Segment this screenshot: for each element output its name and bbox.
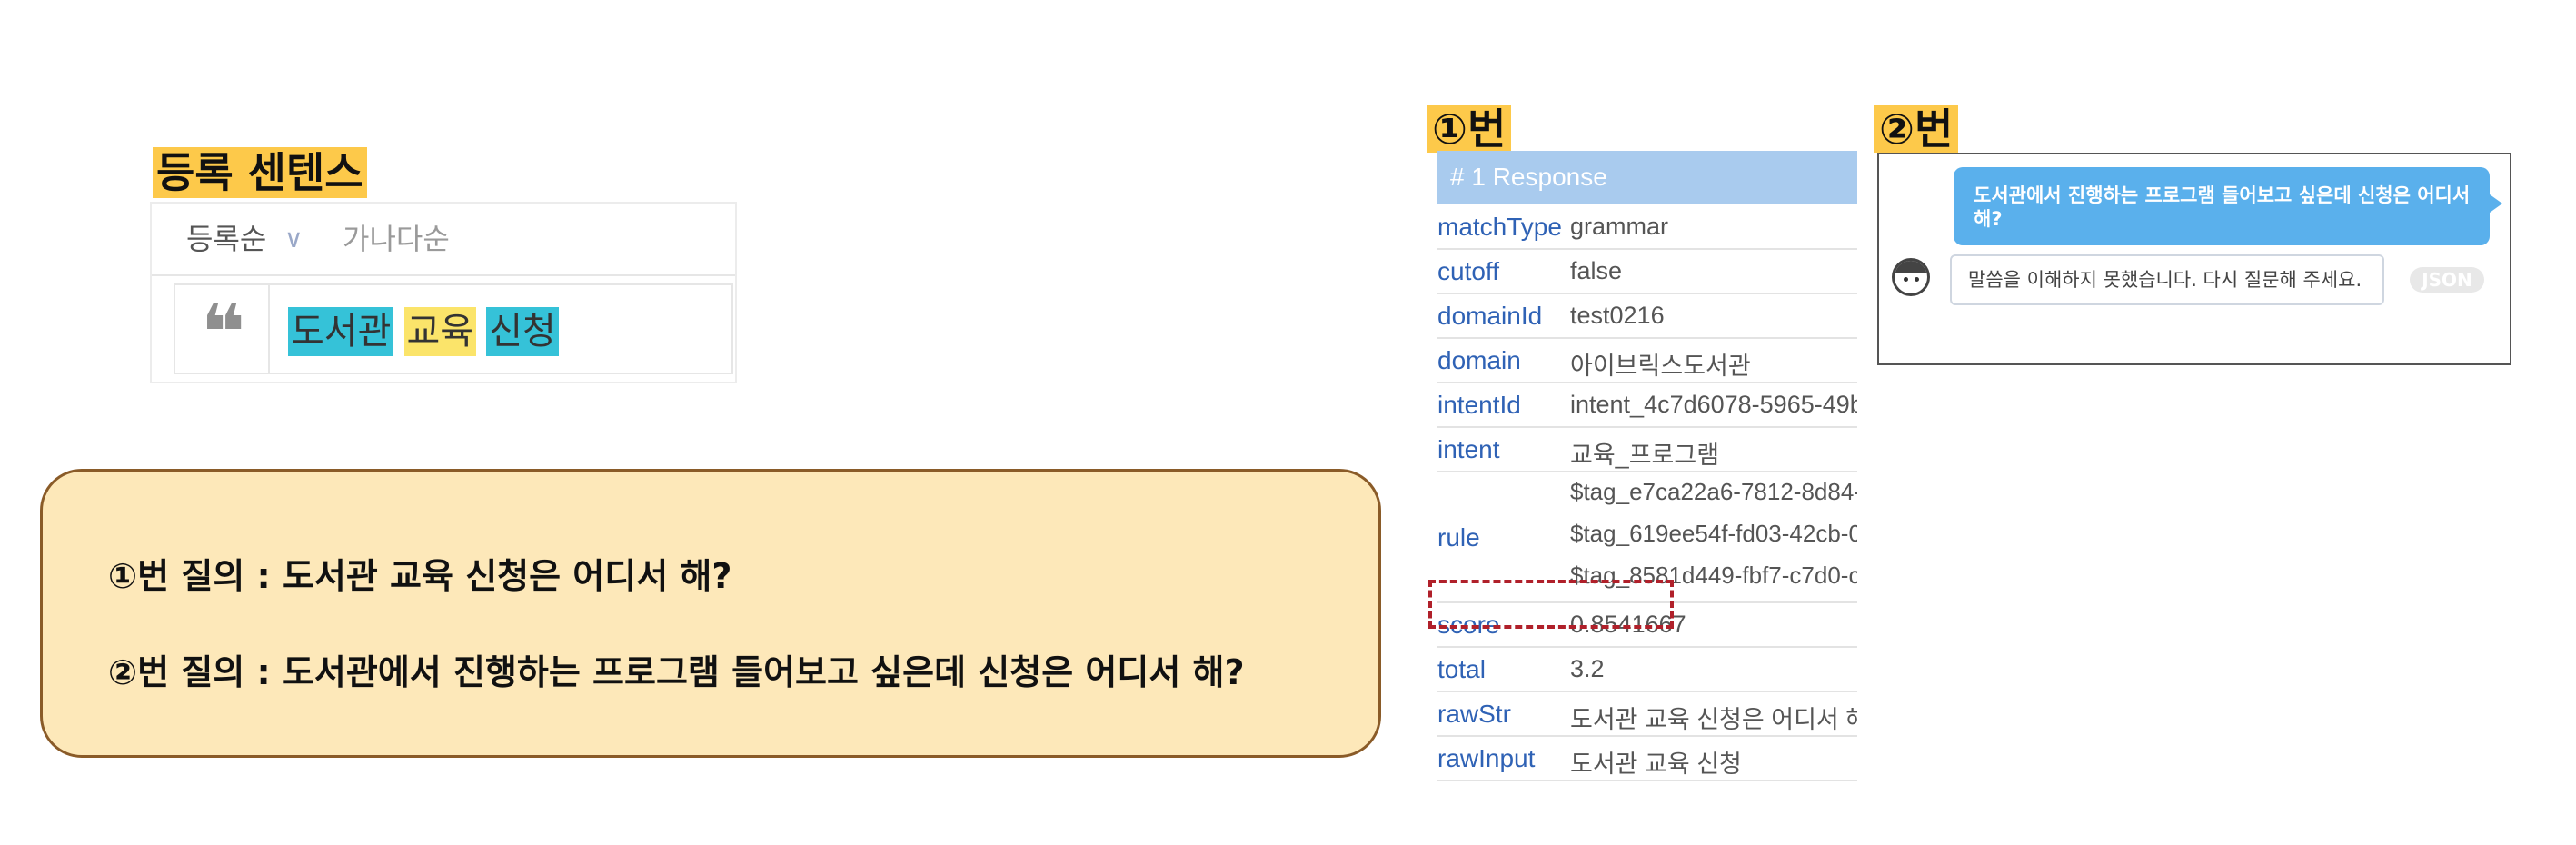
sentence-chip: 교육: [403, 307, 477, 356]
user-message: 도서관에서 진행하는 프로그램 들어보고 싶은데 신청은 어디서 해?: [1954, 167, 2502, 245]
score-highlight-box: [1428, 580, 1674, 629]
response-table: matchType grammar cutoff false domainId tes…: [1437, 205, 1857, 781]
row-value: false: [1570, 257, 1623, 284]
panel-2-badge: ②번: [1874, 105, 1959, 153]
row-key: intentId: [1437, 391, 1521, 419]
rule-value: $tag_619ee54f-fd03-42cb-02ee-15: [1570, 520, 1857, 547]
row-value: grammar: [1570, 213, 1669, 240]
row-key: matchType: [1437, 213, 1562, 241]
row-value: 3.2: [1570, 655, 1605, 682]
row-value: test0216: [1570, 302, 1665, 329]
question-2: ②번 질의 : 도서관에서 진행하는 프로그램 들어보고 싶은데 신청은 어디서…: [108, 652, 1245, 692]
sentence-chip: 신청: [486, 307, 559, 356]
row-key: rawStr: [1437, 700, 1511, 728]
question-box: ①번 질의 : 도서관 교육 신청은 어디서 해? ②번 질의 : 도서관에서 …: [40, 469, 1381, 758]
row-key: rawInput: [1437, 744, 1536, 772]
sort-by-registration[interactable]: 등록순: [186, 220, 266, 258]
sort-bar: 등록순 ∨ 가나다순: [152, 204, 735, 276]
bot-avatar-icon: [1892, 258, 1930, 296]
sort-by-alphabet[interactable]: 가나다순: [343, 220, 450, 258]
table-row: total 3.2: [1437, 648, 1857, 692]
row-value: 교육_프로그램: [1570, 442, 1720, 469]
table-row: intent 교육_프로그램: [1437, 428, 1857, 472]
rule-value: $tag_e7ca22a6-7812-8d84-ead7-6: [1570, 478, 1857, 505]
row-value: 도서관 교육 신청: [1570, 751, 1742, 778]
table-row: cutoff false: [1437, 250, 1857, 294]
panel-1-badge: ①번: [1427, 105, 1512, 153]
row-key: cutoff: [1437, 257, 1499, 285]
table-row: matchType grammar: [1437, 205, 1857, 250]
bot-message: 말씀을 이해하지 못했습니다. 다시 질문해 주세요.: [1950, 254, 2384, 305]
row-key: domain: [1437, 346, 1521, 374]
json-button[interactable]: JSON: [2410, 267, 2484, 293]
quote-icon: ❝: [201, 288, 246, 377]
chat-panel: 도서관에서 진행하는 프로그램 들어보고 싶은데 신청은 어디서 해? 말씀을 …: [1877, 153, 2511, 365]
registered-sentence-title: 등록 센텐스: [153, 147, 367, 198]
row-key: intent: [1437, 435, 1500, 463]
table-row: rawStr 도서관 교육 신청은 어디서 해: [1437, 692, 1857, 737]
table-row: domain 아이브릭스도서관: [1437, 339, 1857, 383]
registered-sentence-panel: 등록순 ∨ 가나다순 ❝ 도서관 교육 신청: [150, 202, 737, 383]
chevron-down-icon[interactable]: ∨: [284, 220, 303, 258]
row-value: 도서관 교육 신청은 어디서 해: [1570, 706, 1857, 733]
sentence-chip: 도서관: [288, 307, 394, 356]
sentence-chips: 도서관 교육 신청: [288, 307, 564, 356]
question-1: ①번 질의 : 도서관 교육 신청은 어디서 해?: [108, 556, 732, 596]
table-row: domainId test0216: [1437, 294, 1857, 339]
row-value: intent_4c7d6078-5965-49b7-adb1: [1570, 391, 1857, 418]
sentence-row: ❝ 도서관 교육 신청: [174, 283, 733, 377]
row-key: domainId: [1437, 302, 1543, 330]
row-value: 아이브릭스도서관: [1570, 353, 1751, 380]
quote-cell: ❝: [175, 285, 270, 377]
row-key: rule: [1437, 523, 1480, 552]
table-row: rawInput 도서관 교육 신청: [1437, 737, 1857, 781]
table-row: intentId intent_4c7d6078-5965-49b7-adb1: [1437, 383, 1857, 428]
response-header: # 1 Response: [1437, 151, 1857, 204]
row-key: total: [1437, 655, 1486, 683]
